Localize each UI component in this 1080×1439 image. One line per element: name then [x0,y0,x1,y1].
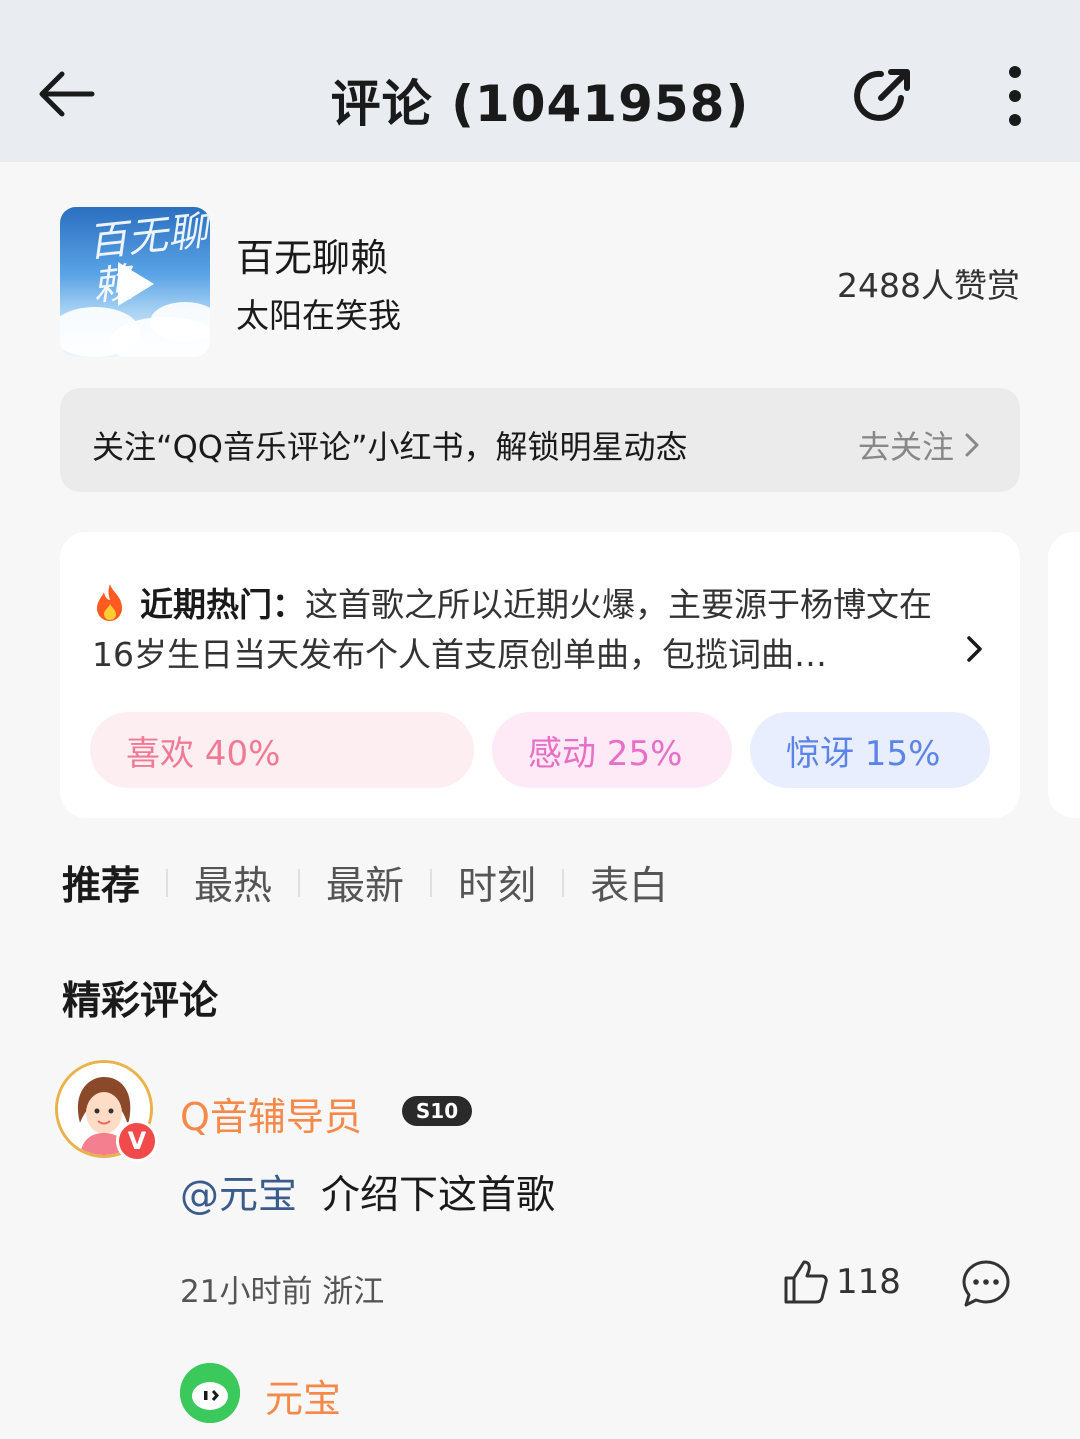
comment-username[interactable]: Q音辅导员 [180,1086,362,1141]
like-button[interactable]: 118 [782,1258,901,1306]
reward-count[interactable]: 2488人赞赏 [837,259,1020,307]
song-artist[interactable]: 太阳在笑我 [236,289,401,337]
more-vertical-icon [1009,66,1021,126]
tab-divider [562,869,565,897]
tab-divider [298,869,301,897]
banner-text: 关注“QQ音乐评论”小红书，解锁明星动态 [92,428,688,466]
follow-link[interactable]: 去关注 [858,422,980,468]
hot-summary: 近期热门：这首歌之所以近期火爆，主要源于杨博文在16岁生日当天发布个人首支原创单… [92,580,952,680]
tab-divider [166,869,169,897]
emotion-chip-like[interactable]: 喜欢 40% [90,712,474,788]
chevron-right-icon [967,636,982,662]
emotion-chip-surprised[interactable]: 惊讶 15% [750,712,990,788]
tab-newest[interactable]: 最新 [326,855,404,911]
comment-meta: 21小时前 浙江 [180,1274,385,1310]
top-bar: 评论 (1041958) [0,0,1080,162]
chevron-right-icon [965,433,979,457]
song-info[interactable]: 百无聊赖 百无聊赖 太阳在笑我 2488人赞赏 [60,207,1020,357]
yuanbao-logo-icon [180,1363,240,1423]
comment-body: 介绍下这首歌 [321,1173,556,1218]
thumbs-up-icon [784,1260,828,1304]
share-icon [854,69,910,121]
follow-link-label: 去关注 [857,428,954,466]
verified-badge: V [116,1120,158,1162]
comment-tabs: 推荐 最热 最新 时刻 表白 [62,856,668,910]
play-icon [118,262,154,306]
reply-avatar[interactable] [180,1363,240,1423]
fire-icon [97,584,122,621]
expand-button[interactable] [966,634,984,668]
more-button[interactable] [990,60,1040,132]
reply-button[interactable] [960,1258,1012,1314]
tab-hottest[interactable]: 最热 [194,855,272,911]
level-badge: S10 [402,1096,472,1126]
song-name: 百无聊赖 [236,236,389,280]
emotion-chip-moved[interactable]: 感动 25% [492,712,732,788]
follow-banner[interactable]: 关注“QQ音乐评论”小红书，解锁明星动态 去关注 [60,388,1020,492]
section-title: 精彩评论 [62,979,219,1024]
share-button[interactable] [845,58,921,134]
like-count: 118 [836,1262,901,1302]
mention-link[interactable]: @元宝 [180,1173,297,1218]
album-cover[interactable]: 百无聊赖 [60,207,210,357]
tab-moments[interactable]: 时刻 [458,855,536,911]
comment-text: @元宝 介绍下这首歌 [180,1164,555,1220]
tab-divider [430,869,433,897]
tab-confession[interactable]: 表白 [590,855,668,911]
tab-recommend[interactable]: 推荐 [62,855,140,911]
next-card-peek[interactable] [1048,532,1080,818]
comment-bubble-icon [962,1260,1010,1307]
reply-username[interactable]: 元宝 [265,1368,341,1423]
hot-summary-card[interactable]: 近期热门：这首歌之所以近期火爆，主要源于杨博文在16岁生日当天发布个人首支原创单… [60,532,1020,818]
hot-label: 近期热门： [140,585,305,624]
